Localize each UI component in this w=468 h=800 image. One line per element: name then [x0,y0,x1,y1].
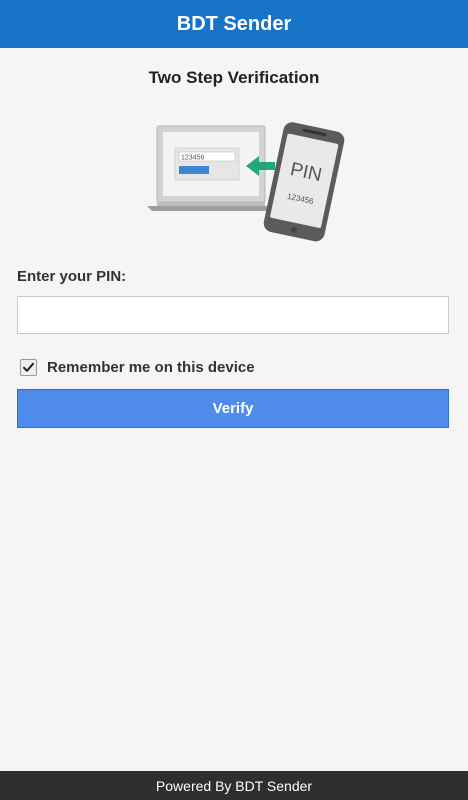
phone-icon: PIN 123456 [263,122,345,242]
app-title: BDT Sender [176,12,292,35]
footer: Powered By BDT Sender [0,771,468,800]
laptop-base [147,206,275,211]
verify-button[interactable]: Verify [17,389,449,428]
pin-input[interactable] [17,296,449,334]
app-header: BDT Sender [0,0,468,48]
remember-label: Remember me on this device [47,358,255,376]
two-step-verification-illustration: 123456 PIN 123456 [147,122,345,242]
footer-text: Powered By BDT Sender [155,777,313,794]
laptop-hinge [157,202,265,206]
pin-label: Enter your PIN: [17,268,127,285]
page-title: Two Step Verification [148,68,320,87]
laptop-code-text: 123456 [181,155,204,162]
laptop-submit-button [179,166,209,174]
remember-device-row[interactable]: Remember me on this device [17,355,255,379]
remember-checkbox[interactable] [20,358,37,376]
checkmark-icon [23,362,34,372]
